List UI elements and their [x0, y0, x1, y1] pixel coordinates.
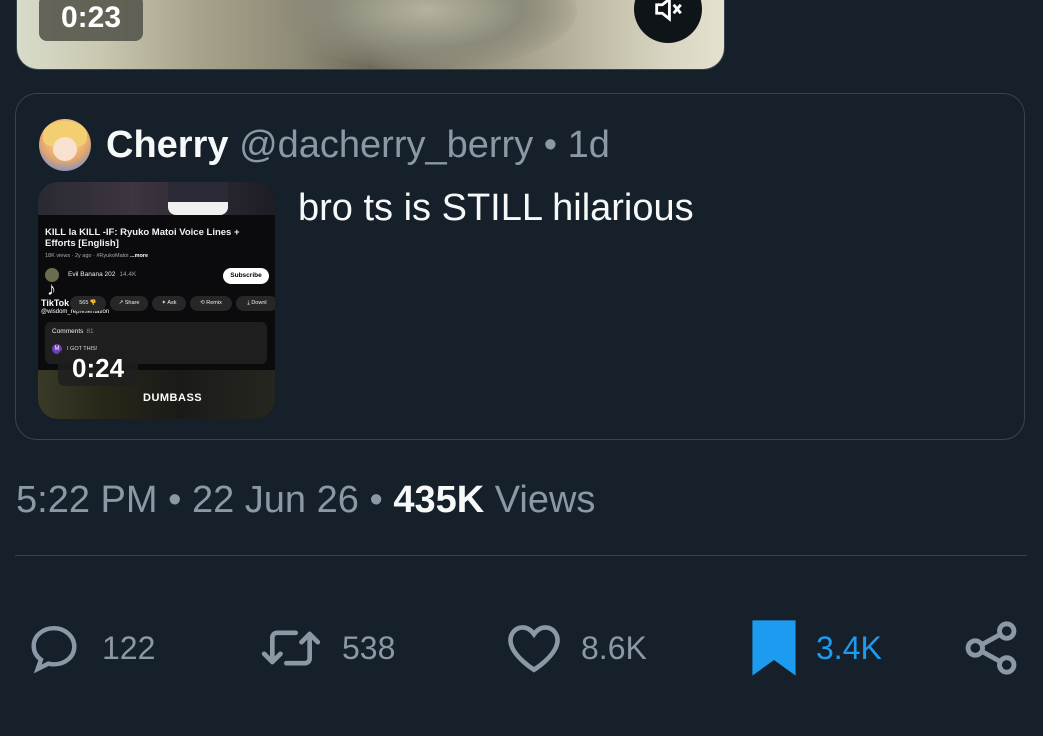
video-meta-text: 18K views · 2y ago · #RyukoMatoi: [45, 253, 129, 259]
reply-button[interactable]: 122: [24, 618, 155, 678]
reply-icon: [31, 625, 77, 674]
views-label: Views: [494, 479, 596, 521]
share-button[interactable]: [962, 618, 1020, 678]
muted-speaker-icon: [655, 0, 682, 22]
video-player[interactable]: 0:23: [16, 0, 725, 70]
post-meta: 5:22 PM • 22 Jun 26 • 435K Views: [16, 478, 595, 522]
video-frame: [277, 0, 577, 69]
like-pill: 565 👎: [70, 296, 106, 311]
repost-icon: [261, 630, 321, 666]
reply-count: 122: [102, 629, 156, 666]
repost-count: 538: [342, 629, 396, 666]
author-name[interactable]: Cherry: [106, 124, 229, 166]
remix-pill-label: Remix: [206, 300, 222, 306]
figure: [168, 182, 228, 215]
share-icon: [965, 621, 1017, 675]
mute-button[interactable]: [634, 0, 702, 43]
like-pill-count: 565: [79, 300, 89, 306]
like-count: 8.6K: [581, 629, 647, 666]
tiktok-label: TikTok: [41, 298, 70, 308]
media-duration: 0:24: [58, 350, 139, 386]
channel-name-text: Evil Banana 202: [68, 271, 116, 278]
ask-pill-label: Ask: [167, 300, 177, 306]
bookmark-button[interactable]: 3.4K: [750, 618, 882, 678]
quoted-tweet[interactable]: Cherry @dacherry_berry • 1d KILL la KILL…: [15, 93, 1025, 440]
video-duration: 0:23: [39, 0, 144, 41]
share-pill: ↗ Share: [110, 296, 148, 311]
remix-pill: ⟲ Remix: [190, 296, 232, 311]
comments-title: Comments 81: [52, 328, 94, 335]
download-pill: ⤓ Downl: [236, 296, 275, 311]
bookmark-icon: [752, 620, 796, 676]
video-caption: DUMBASS: [143, 392, 203, 404]
author-handle[interactable]: @dacherry_berry: [239, 124, 533, 166]
repost-button[interactable]: 538: [258, 618, 395, 678]
subscriber-count: 14.4K: [119, 271, 137, 278]
thumbnail-top-image: [38, 182, 275, 215]
heart-icon: [508, 625, 560, 673]
avatar-face: [53, 137, 77, 161]
quote-text: bro ts is STILL hilarious: [298, 187, 694, 229]
video-title: KILL la KILL -IF: Ryuko Matoi Voice Line…: [45, 227, 240, 249]
meta-dot: •: [369, 479, 383, 521]
more-link: ...more: [130, 253, 149, 259]
ask-pill: ✦ Ask: [152, 296, 186, 311]
comments-count: 81: [86, 328, 94, 335]
meta-dot: •: [168, 479, 182, 521]
post-date[interactable]: 22 Jun 26: [192, 479, 359, 521]
quote-header: Cherry @dacherry_berry • 1d: [106, 124, 610, 166]
share-pill-label: Share: [124, 300, 140, 306]
post-timestamp[interactable]: 5:22 PM: [16, 479, 158, 521]
subscribe-label: Subscribe: [223, 268, 269, 284]
like-button[interactable]: 8.6K: [505, 618, 647, 678]
bookmark-count: 3.4K: [816, 629, 882, 666]
views-count[interactable]: 435K: [393, 479, 484, 521]
video-meta: 18K views · 2y ago · #RyukoMatoi ...more: [45, 253, 148, 259]
avatar[interactable]: [39, 119, 91, 171]
tiktok-icon: ♪: [47, 279, 56, 299]
separator-dot: •: [543, 124, 558, 166]
media-thumbnail[interactable]: KILL la KILL -IF: Ryuko Matoi Voice Line…: [38, 182, 275, 419]
download-pill-label: Downl: [251, 300, 267, 306]
post-time[interactable]: 1d: [568, 124, 610, 166]
channel-name: Evil Banana 202 14.4K: [68, 271, 136, 278]
divider: [15, 555, 1027, 556]
comments-label: Comments: [52, 328, 84, 335]
